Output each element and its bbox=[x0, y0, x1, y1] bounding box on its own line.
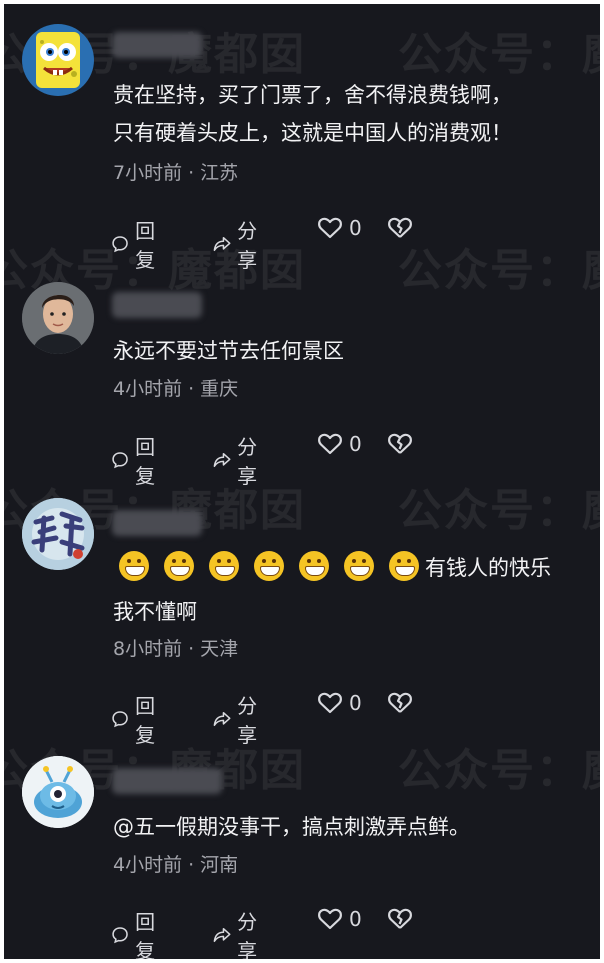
username-blurred[interactable] bbox=[112, 292, 202, 318]
like-button[interactable]: 0 bbox=[317, 215, 362, 241]
comment-item: 永远不要过节去任何景区 4小时前 · 重庆 回复 分享 0 bbox=[4, 278, 600, 488]
grinning-emoji-icon bbox=[254, 551, 284, 581]
comment-time: 4小时前 bbox=[113, 854, 183, 876]
comment-time: 8小时前 bbox=[113, 638, 183, 660]
comment-time: 7小时前 bbox=[113, 162, 183, 184]
share-icon bbox=[213, 711, 231, 727]
reply-label: 回复 bbox=[135, 219, 156, 272]
spongebob-avatar[interactable] bbox=[22, 24, 94, 96]
heart-icon bbox=[318, 433, 342, 455]
dislike-button[interactable] bbox=[387, 215, 419, 241]
grinning-emoji-icon bbox=[344, 551, 374, 581]
share-button[interactable]: 分享 bbox=[213, 690, 265, 748]
broken-heart-icon bbox=[388, 217, 412, 238]
reply-button[interactable]: 回复 bbox=[111, 431, 163, 489]
comment-meta: 7小时前 · 江苏 bbox=[113, 162, 239, 184]
calligraphy-avatar[interactable] bbox=[22, 498, 94, 570]
reply-label: 回复 bbox=[135, 910, 156, 959]
comment-meta: 4小时前 · 河南 bbox=[113, 854, 239, 876]
comment-location: 江苏 bbox=[200, 162, 239, 184]
share-button[interactable]: 分享 bbox=[213, 431, 265, 489]
dislike-button[interactable] bbox=[387, 906, 419, 932]
heart-icon bbox=[318, 692, 342, 714]
username-blurred[interactable] bbox=[112, 32, 202, 58]
share-icon bbox=[213, 236, 231, 252]
comment-location: 河南 bbox=[200, 854, 239, 876]
share-icon bbox=[213, 452, 231, 468]
grinning-emoji-icon bbox=[119, 551, 149, 581]
share-label: 分享 bbox=[237, 219, 258, 272]
comment-item: 贵在坚持，买了门票了，舍不得浪费钱啊， 只有硬着头皮上，这就是中国人的消费观！ … bbox=[4, 14, 600, 272]
broken-heart-icon bbox=[388, 692, 412, 713]
comment-text: 永远不要过节去任何景区 bbox=[113, 332, 583, 370]
broken-heart-icon bbox=[388, 433, 412, 454]
grinning-emoji-icon bbox=[299, 551, 329, 581]
heart-icon bbox=[318, 217, 342, 239]
comment-text: 贵在坚持，买了门票了，舍不得浪费钱啊， 只有硬着头皮上，这就是中国人的消费观！ bbox=[113, 76, 583, 152]
reply-button[interactable]: 回复 bbox=[111, 906, 163, 959]
comment-text: @五一假期没事干，搞点刺激弄点鲜。 bbox=[113, 808, 583, 846]
reply-icon bbox=[112, 927, 128, 944]
comment-text: 有钱人的快乐 我不懂啊 bbox=[113, 546, 583, 634]
username-blurred[interactable] bbox=[112, 768, 222, 794]
like-count: 0 bbox=[349, 432, 362, 456]
reply-icon bbox=[112, 711, 128, 728]
broken-heart-icon bbox=[388, 908, 412, 929]
username-blurred[interactable] bbox=[112, 510, 202, 536]
comment-item: @五一假期没事干，搞点刺激弄点鲜。 4小时前 · 河南 回复 分享 0 bbox=[4, 750, 600, 959]
comment-feed: 公众号：魔都囡 公众号：魔都囡 公众号：魔都囡 公众号：魔都囡 公众号：魔都囡 … bbox=[4, 4, 600, 959]
like-count: 0 bbox=[349, 691, 362, 715]
man-portrait-avatar[interactable] bbox=[22, 282, 94, 354]
share-label: 分享 bbox=[237, 694, 258, 747]
grinning-emoji-icon bbox=[209, 551, 239, 581]
comment-text-line: 贵在坚持，买了门票了，舍不得浪费钱啊， bbox=[113, 83, 512, 107]
cartoon-alien-avatar[interactable] bbox=[22, 756, 94, 828]
share-icon bbox=[213, 927, 231, 943]
comment-meta: 8小时前 · 天津 bbox=[113, 638, 239, 660]
comment-location: 天津 bbox=[200, 638, 239, 660]
comment-location: 重庆 bbox=[200, 378, 239, 400]
reply-icon bbox=[112, 452, 128, 469]
comment-text-line: 我不懂啊 bbox=[113, 600, 197, 624]
comment-text-line: 有钱人的快乐 bbox=[425, 556, 551, 580]
comment-text-line: 只有硬着头皮上，这就是中国人的消费观！ bbox=[113, 121, 512, 145]
comment-item: 有钱人的快乐 我不懂啊 8小时前 · 天津 回复 分享 0 bbox=[4, 492, 600, 747]
heart-icon bbox=[318, 908, 342, 930]
reply-icon bbox=[112, 236, 128, 253]
emoji-line: 有钱人的快乐 bbox=[113, 546, 583, 590]
dislike-button[interactable] bbox=[387, 431, 419, 457]
reply-button[interactable]: 回复 bbox=[111, 690, 163, 748]
share-label: 分享 bbox=[237, 435, 258, 488]
share-button[interactable]: 分享 bbox=[213, 215, 265, 273]
share-button[interactable]: 分享 bbox=[213, 906, 265, 959]
comment-time: 4小时前 bbox=[113, 378, 183, 400]
reply-label: 回复 bbox=[135, 694, 156, 747]
like-count: 0 bbox=[349, 216, 362, 240]
comment-text-line: 永远不要过节去任何景区 bbox=[113, 339, 344, 363]
comment-text-line: @五一假期没事干，搞点刺激弄点鲜。 bbox=[113, 815, 470, 839]
grinning-emoji-icon bbox=[164, 551, 194, 581]
like-button[interactable]: 0 bbox=[317, 431, 362, 457]
dislike-button[interactable] bbox=[387, 690, 419, 716]
reply-button[interactable]: 回复 bbox=[111, 215, 163, 273]
share-label: 分享 bbox=[237, 910, 258, 959]
grinning-emoji-icon bbox=[389, 551, 419, 581]
comment-meta: 4小时前 · 重庆 bbox=[113, 378, 239, 400]
like-count: 0 bbox=[349, 907, 362, 931]
like-button[interactable]: 0 bbox=[317, 690, 362, 716]
like-button[interactable]: 0 bbox=[317, 906, 362, 932]
reply-label: 回复 bbox=[135, 435, 156, 488]
